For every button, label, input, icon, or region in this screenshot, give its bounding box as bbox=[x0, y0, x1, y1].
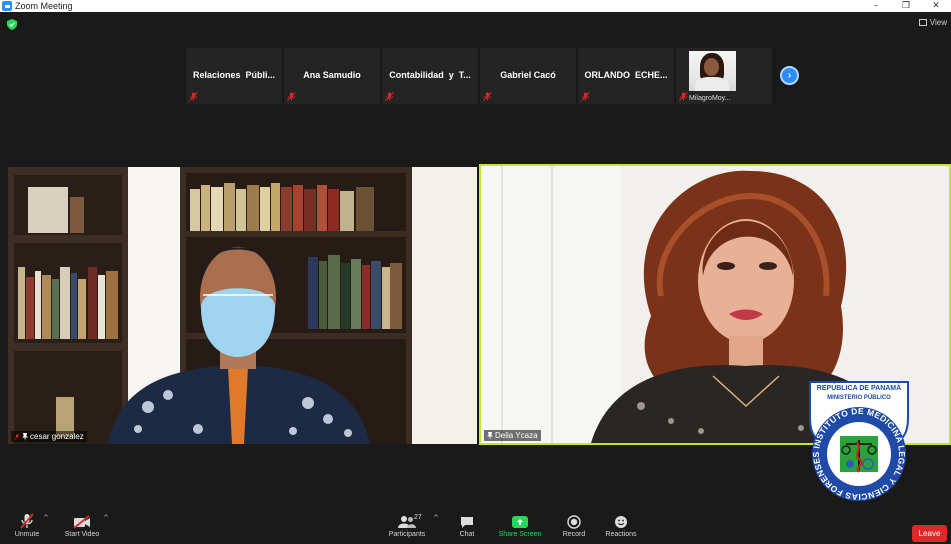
participant-video-cesar[interactable]: cesar gonzalez bbox=[8, 167, 477, 444]
leave-button[interactable]: Leave bbox=[912, 525, 947, 542]
participant-tile[interactable]: Contabilidad y T... bbox=[382, 48, 478, 104]
participant-name: cesar gonzalez bbox=[30, 432, 84, 441]
muted-mic-icon bbox=[483, 92, 492, 101]
participant-tile[interactable]: Relaciones Públi... bbox=[186, 48, 282, 104]
grid-view-icon bbox=[918, 19, 927, 26]
participant-name: Relaciones Públi... bbox=[192, 70, 276, 80]
meeting-toolbar: Unmute ^ Start Video ^ Participants 27 ^… bbox=[0, 505, 951, 544]
chat-icon bbox=[461, 517, 473, 528]
muted-mic-icon bbox=[14, 433, 20, 440]
participant-nametag: cesar gonzalez bbox=[11, 431, 87, 442]
record-button[interactable]: Record bbox=[560, 505, 588, 538]
encryption-shield-icon[interactable] bbox=[7, 19, 17, 30]
next-page-button[interactable]: › bbox=[780, 66, 799, 85]
muted-mic-icon bbox=[581, 92, 590, 101]
window-titlebar: Zoom Meeting – ❐ ✕ bbox=[0, 0, 951, 12]
participant-name: Ana Samudio bbox=[303, 70, 361, 80]
pin-icon bbox=[22, 432, 28, 441]
share-screen-button[interactable]: Share Screen bbox=[496, 505, 544, 538]
start-video-label: Start Video bbox=[64, 531, 100, 538]
participants-label: Participants bbox=[388, 531, 426, 538]
muted-mic-icon bbox=[189, 92, 198, 101]
share-screen-icon bbox=[512, 516, 528, 528]
reactions-button[interactable]: Reactions bbox=[604, 505, 638, 538]
view-label: View bbox=[929, 18, 947, 27]
video-options-chevron-up-icon[interactable]: ^ bbox=[103, 514, 109, 522]
video-frame-bookshelf bbox=[8, 167, 477, 444]
unmute-button[interactable]: Unmute bbox=[10, 505, 44, 538]
chevron-right-icon: › bbox=[787, 70, 792, 81]
participant-name: Delia Ycaza bbox=[495, 431, 538, 440]
participant-name: ORLANDO ECHE... bbox=[584, 70, 668, 80]
participants-count: 27 bbox=[414, 514, 422, 521]
audio-options-chevron-up-icon[interactable]: ^ bbox=[43, 514, 49, 522]
participant-name: Gabriel Cacó bbox=[500, 70, 556, 80]
video-off-icon bbox=[73, 515, 90, 529]
institute-logo: REPÚBLICA DE PANAMÁ MINISTERIO PÚBLICO I… bbox=[809, 381, 909, 502]
window-title: Zoom Meeting bbox=[15, 1, 73, 11]
pin-icon bbox=[487, 431, 493, 440]
view-button[interactable]: View bbox=[918, 18, 947, 27]
reactions-label: Reactions bbox=[605, 531, 637, 538]
zoom-logo-icon bbox=[2, 1, 12, 11]
participants-button[interactable]: Participants bbox=[386, 505, 428, 538]
maximize-button[interactable]: ❐ bbox=[891, 0, 921, 12]
participant-tile-video[interactable]: MilagroMoy... bbox=[676, 48, 772, 104]
muted-mic-icon bbox=[385, 92, 394, 101]
participant-name: MilagroMoy... bbox=[689, 95, 731, 102]
participant-tile[interactable]: Gabriel Cacó bbox=[480, 48, 576, 104]
window-controls: – ❐ ✕ bbox=[861, 0, 951, 12]
muted-mic-icon bbox=[287, 92, 296, 101]
unmute-label: Unmute bbox=[14, 531, 40, 538]
gallery-strip: Relaciones Públi... Ana Samudio Contabil… bbox=[186, 48, 772, 104]
logo-sub-text: MINISTERIO PÚBLICO bbox=[827, 394, 891, 401]
participant-name: Contabilidad y T... bbox=[389, 70, 471, 80]
chat-button[interactable]: Chat bbox=[454, 505, 480, 538]
record-label: Record bbox=[562, 531, 586, 538]
participant-tile[interactable]: Ana Samudio bbox=[284, 48, 380, 104]
participant-tile[interactable]: ORLANDO ECHE... bbox=[578, 48, 674, 104]
participant-nametag: Delia Ycaza bbox=[484, 430, 541, 441]
chat-label: Chat bbox=[459, 531, 475, 538]
participant-video-thumbnail bbox=[689, 51, 736, 91]
participants-chevron-up-icon[interactable]: ^ bbox=[433, 514, 439, 522]
close-button[interactable]: ✕ bbox=[921, 0, 951, 12]
share-screen-label: Share Screen bbox=[498, 531, 542, 538]
start-video-button[interactable]: Start Video bbox=[62, 505, 102, 538]
reactions-smiley-icon bbox=[615, 516, 627, 528]
meeting-area: View Relaciones Públi... Ana Samudio Con… bbox=[0, 12, 951, 544]
record-icon bbox=[567, 515, 581, 529]
mic-muted-icon bbox=[20, 513, 34, 529]
logo-top-text: REPÚBLICA DE PANAMÁ bbox=[817, 383, 901, 392]
muted-mic-icon bbox=[679, 92, 688, 101]
minimize-button[interactable]: – bbox=[861, 0, 891, 12]
